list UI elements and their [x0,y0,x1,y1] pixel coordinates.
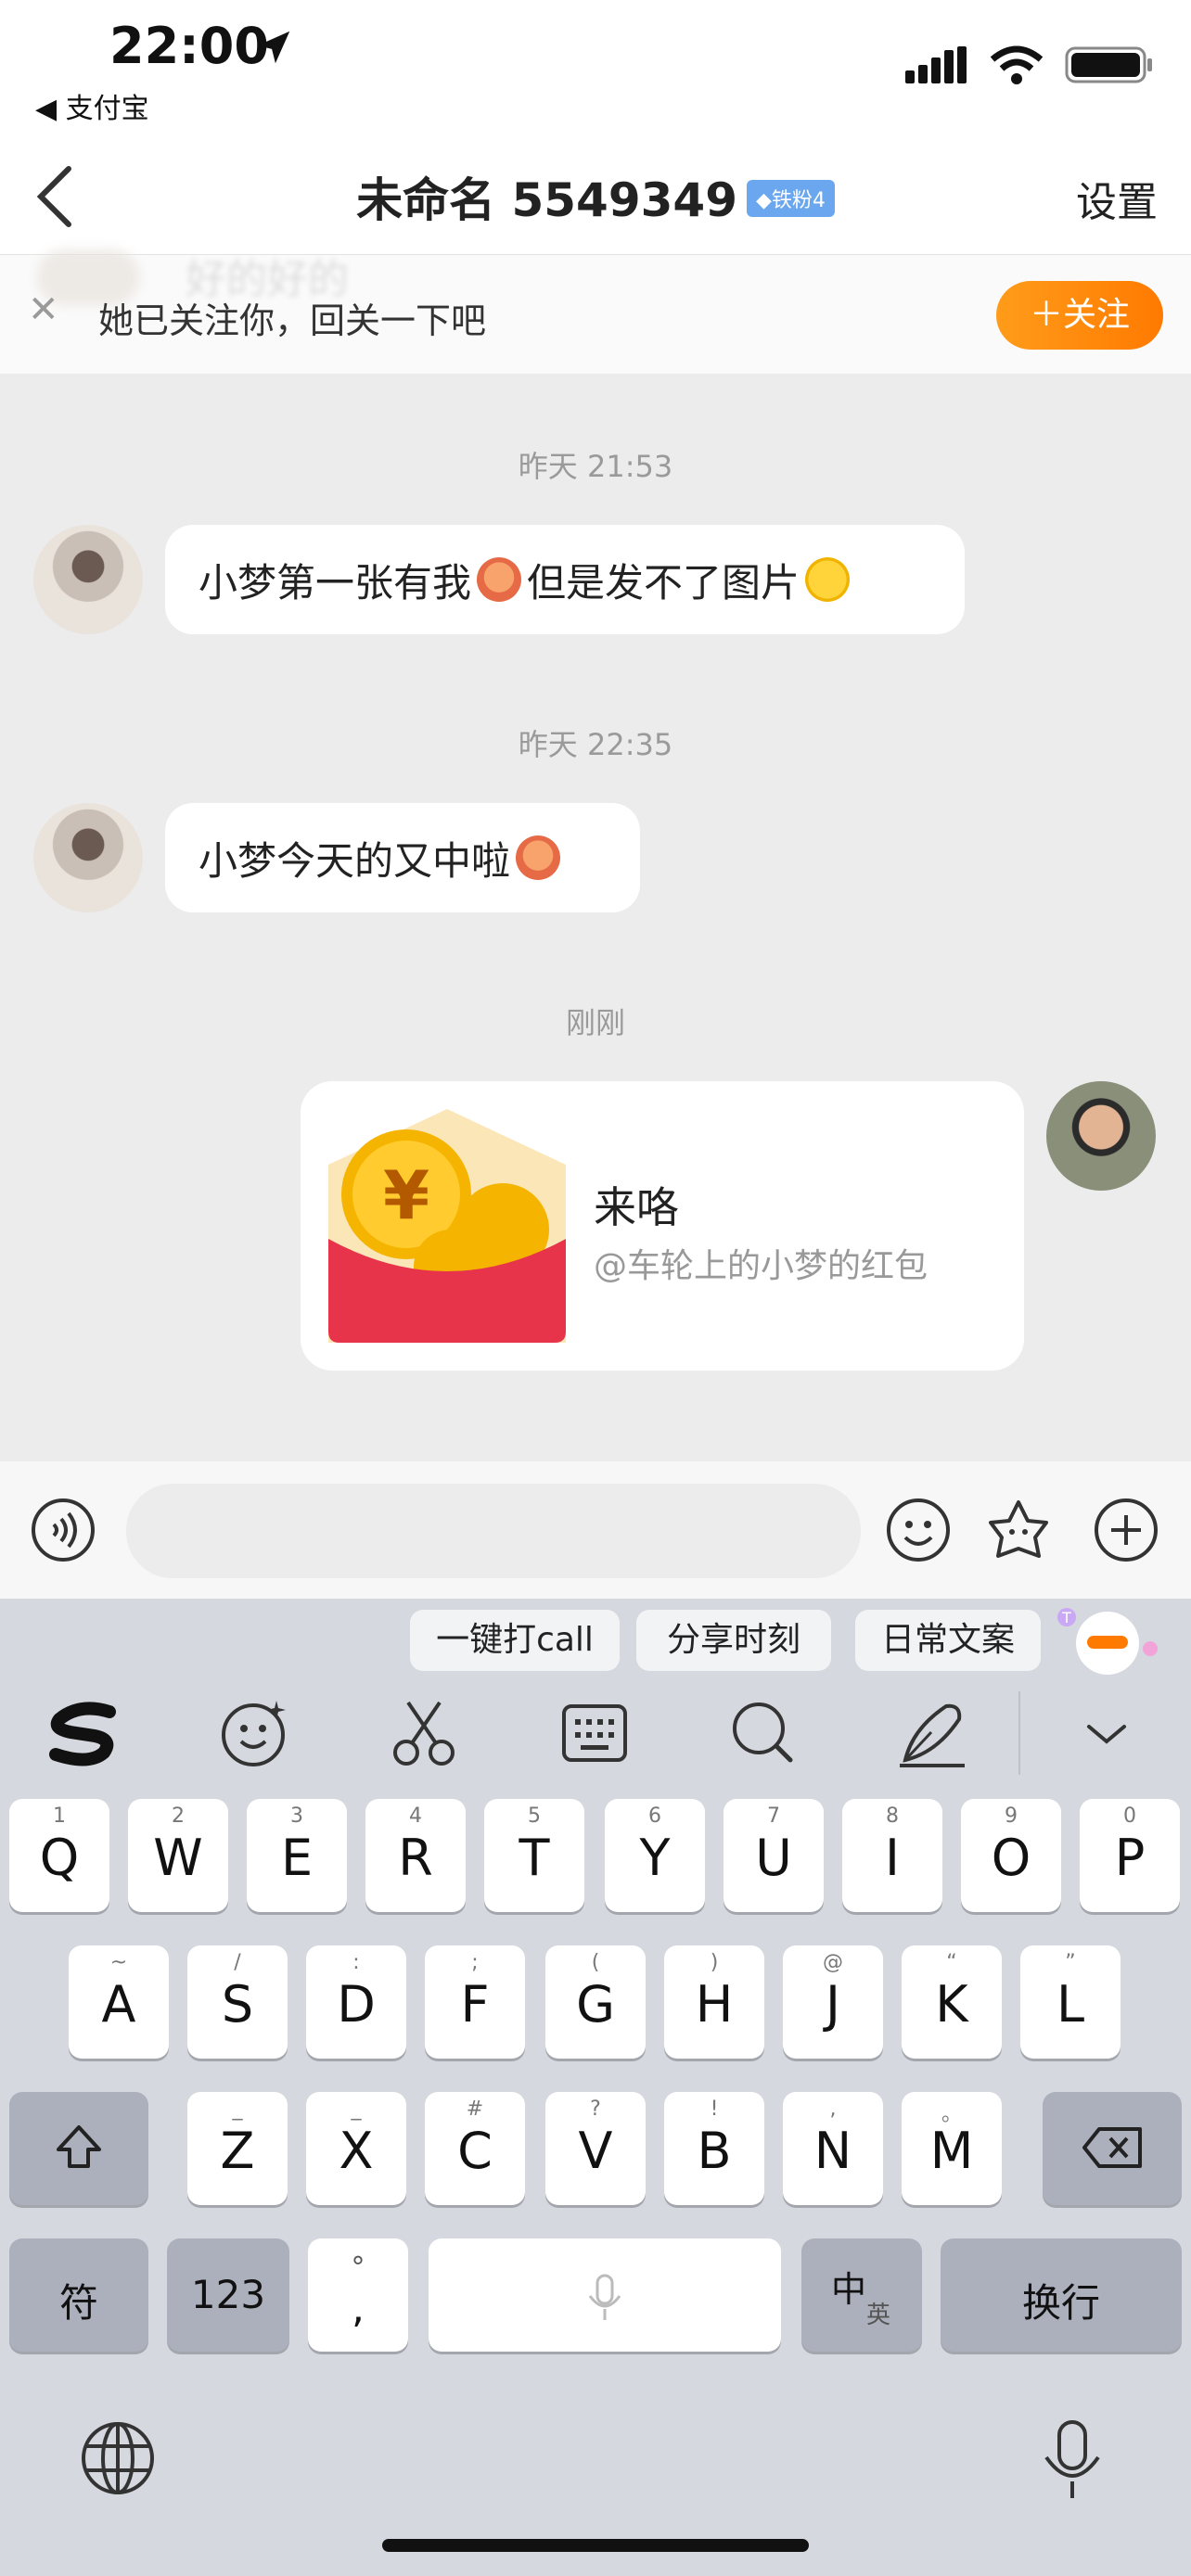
key-w[interactable]: 2W [128,1799,228,1912]
keyboard-icon[interactable] [553,1691,636,1775]
status-bar: 22:00 ◀ 支付宝 [0,0,1191,139]
key-l[interactable]: ” L [1020,1945,1121,2059]
number-key[interactable]: 123 [167,2238,289,2352]
red-packet-title: 来咯 [594,1182,679,1232]
ime-mascot-icon[interactable]: T [1054,1599,1163,1678]
backspace-key[interactable] [1043,2092,1182,2205]
red-packet-card[interactable]: ¥ 来咯 @车轮上的小梦的红包 [301,1081,1024,1371]
signal-icon [905,46,967,83]
fan-level-badge: ◆铁粉4 [747,179,835,217]
key-c[interactable]: # C [425,2092,525,2205]
message-timestamp: 昨天 22:35 [518,727,673,762]
key-r[interactable]: 4R [365,1799,466,1912]
key-a[interactable]: ~ A [69,1945,169,2059]
battery-icon [1065,46,1152,83]
message-text: 但是发不了图片 [527,559,800,606]
key-y[interactable]: 6Y [605,1799,705,1912]
key-m[interactable]: 。 M [902,2092,1002,2205]
emoji-keyboard-icon[interactable] [211,1691,295,1775]
key-z[interactable]: _ Z [187,2092,288,2205]
settings-button[interactable]: 设置 [1076,169,1158,228]
red-packet-subtitle: @车轮上的小梦的红包 [594,1247,928,1285]
follow-button[interactable]: ＋关注 [996,281,1163,350]
status-icons [905,45,1154,85]
message-timestamp: 刚刚 [565,1005,625,1040]
key-k[interactable]: “K [902,1945,1002,2059]
space-key[interactable] [429,2238,781,2352]
wifi-icon [990,45,1044,84]
toolbar-divider [1018,1691,1020,1775]
chat-header: 未命名 5549349 ◆铁粉4 设置 [0,139,1191,255]
message-input[interactable] [126,1484,861,1578]
symbol-key[interactable]: 符 [9,2238,148,2352]
home-indicator [382,2539,809,2552]
scissors-icon[interactable] [382,1691,466,1775]
add-icon[interactable] [1093,1497,1159,1563]
svg-text:¥: ¥ [383,1156,429,1234]
location-arrow-icon [257,31,290,64]
sogou-logo-icon[interactable] [43,1691,126,1775]
keyboard: 一键打call 分享时刻 日常文案 T 1Q 2 W 3 E 4 R 5 T 6… [0,1599,1191,2576]
key-q[interactable]: 1Q [9,1799,109,1912]
message-text: 小梦第一张有我 [198,559,472,606]
search-icon[interactable] [722,1691,805,1775]
key-b[interactable]: ! B [664,2092,764,2205]
close-icon[interactable]: ✕ [28,288,59,331]
key-x[interactable]: _ X [306,2092,406,2205]
globe-icon[interactable] [78,2418,158,2498]
red-packet-icon: ¥ [328,1109,566,1343]
status-time: 22:00 [109,17,269,75]
message-bubble[interactable]: 小梦第一张有我 但是发不了图片 [165,525,965,634]
enter-key[interactable]: 换行 [941,2238,1182,2352]
handwriting-pen-icon[interactable] [890,1691,974,1775]
key-g[interactable]: (G [545,1945,646,2059]
voice-input-icon[interactable] [30,1497,96,1563]
suggestion-chip[interactable]: 分享时刻 [636,1610,831,1671]
suggestion-chip[interactable]: 日常文案 [855,1610,1041,1671]
follow-back-text: 她已关注你，回关一下吧 [98,300,487,341]
microphone-icon [588,2274,621,2320]
shift-arrow-icon [57,2125,101,2168]
key-d[interactable]: :D [306,1945,406,2059]
message-bubble[interactable]: 小梦今天的又中啦 [165,803,640,912]
back-to-alipay-link[interactable]: ◀ 支付宝 [35,85,149,126]
key-f[interactable]: ; F [425,1945,525,2059]
key-i[interactable]: 8I [842,1799,942,1912]
follow-back-banner: 好的好的 ✕ 她已关注你，回关一下吧 ＋关注 [0,249,1191,374]
message-timestamp: 昨天 21:53 [518,449,673,484]
shift-key[interactable] [9,2092,148,2205]
chat-title: 未命名 5549349 ◆铁粉4 [0,163,1191,230]
collapse-keyboard-chevron-down-icon[interactable] [1065,1691,1148,1775]
svg-text:T: T [1061,1609,1071,1626]
key-e[interactable]: 3E [247,1799,347,1912]
cute-sticker-emoji-icon [516,835,561,880]
key-j[interactable]: @ J [783,1945,883,2059]
sticker-icon[interactable] [985,1497,1052,1563]
dictation-microphone-icon[interactable] [1033,2417,1111,2504]
contact-avatar[interactable] [33,803,143,912]
contact-name: 未命名 5549349 [356,173,737,227]
my-avatar[interactable] [1046,1081,1156,1191]
input-bar [0,1461,1191,1599]
chinese-english-toggle-key[interactable]: 中 英 [801,2238,922,2352]
key-s[interactable]: / S [187,1945,288,2059]
contact-avatar[interactable] [33,525,143,634]
backspace-icon [1082,2127,1142,2168]
suggestion-chip[interactable]: 一键打call [410,1610,620,1671]
cute-sticker-emoji-icon [477,557,522,602]
emoji-icon[interactable] [885,1497,952,1563]
key-p[interactable]: 0P [1080,1799,1180,1912]
key-v[interactable]: ? V [545,2092,646,2205]
key-u[interactable]: 7U [724,1799,824,1912]
punctuation-key[interactable]: ° , [308,2238,408,2352]
key-h[interactable]: ) H [664,1945,764,2059]
message-text: 小梦今天的又中啦 [198,837,511,884]
key-t[interactable]: 5T [484,1799,584,1912]
crying-face-emoji-icon [805,557,851,602]
key-n[interactable]: ,N [783,2092,883,2205]
key-o[interactable]: 9O [961,1799,1061,1912]
